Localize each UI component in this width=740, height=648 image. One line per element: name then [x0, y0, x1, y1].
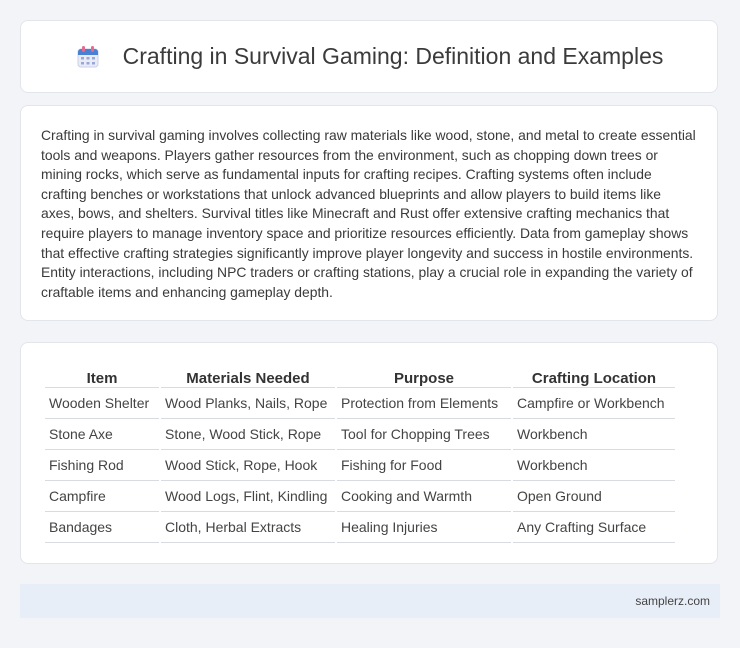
cell-purpose: Protection from Elements [337, 388, 511, 419]
cell-location: Open Ground [513, 481, 675, 512]
header-item: Item [45, 363, 159, 388]
cell-location: Workbench [513, 450, 675, 481]
cell-item: Campfire [45, 481, 159, 512]
cell-materials: Cloth, Herbal Extracts [161, 512, 335, 543]
crafting-table: Item Materials Needed Purpose Crafting L… [43, 363, 677, 543]
table-row: Campfire Wood Logs, Flint, Kindling Cook… [45, 481, 675, 512]
footer-site-link[interactable]: samplerz.com [635, 594, 710, 608]
table-card: Item Materials Needed Purpose Crafting L… [20, 342, 718, 564]
header-location: Crafting Location [513, 363, 675, 388]
calendar-icon [77, 45, 99, 67]
cell-location: Workbench [513, 419, 675, 450]
cell-purpose: Fishing for Food [337, 450, 511, 481]
cell-item: Stone Axe [45, 419, 159, 450]
cell-purpose: Tool for Chopping Trees [337, 419, 511, 450]
cell-materials: Wood Stick, Rope, Hook [161, 450, 335, 481]
cell-purpose: Cooking and Warmth [337, 481, 511, 512]
header-purpose: Purpose [337, 363, 511, 388]
title-card: Crafting in Survival Gaming: Definition … [20, 20, 718, 93]
footer: samplerz.com [20, 584, 720, 618]
description-text: Crafting in survival gaming involves col… [41, 127, 696, 300]
table-row: Bandages Cloth, Herbal Extracts Healing … [45, 512, 675, 543]
cell-item: Bandages [45, 512, 159, 543]
cell-item: Fishing Rod [45, 450, 159, 481]
cell-materials: Wood Logs, Flint, Kindling [161, 481, 335, 512]
description-card: Crafting in survival gaming involves col… [20, 105, 718, 321]
cell-item: Wooden Shelter [45, 388, 159, 419]
cell-location: Campfire or Workbench [513, 388, 675, 419]
page-title: Crafting in Survival Gaming: Definition … [122, 43, 664, 69]
table-row: Stone Axe Stone, Wood Stick, Rope Tool f… [45, 419, 675, 450]
cell-materials: Stone, Wood Stick, Rope [161, 419, 335, 450]
header-materials: Materials Needed [161, 363, 335, 388]
title-wrap: Crafting in Survival Gaming: Definition … [75, 43, 664, 70]
table-row: Fishing Rod Wood Stick, Rope, Hook Fishi… [45, 450, 675, 481]
table-header-row: Item Materials Needed Purpose Crafting L… [45, 363, 675, 388]
cell-materials: Wood Planks, Nails, Rope [161, 388, 335, 419]
cell-location: Any Crafting Surface [513, 512, 675, 543]
table-row: Wooden Shelter Wood Planks, Nails, Rope … [45, 388, 675, 419]
cell-purpose: Healing Injuries [337, 512, 511, 543]
